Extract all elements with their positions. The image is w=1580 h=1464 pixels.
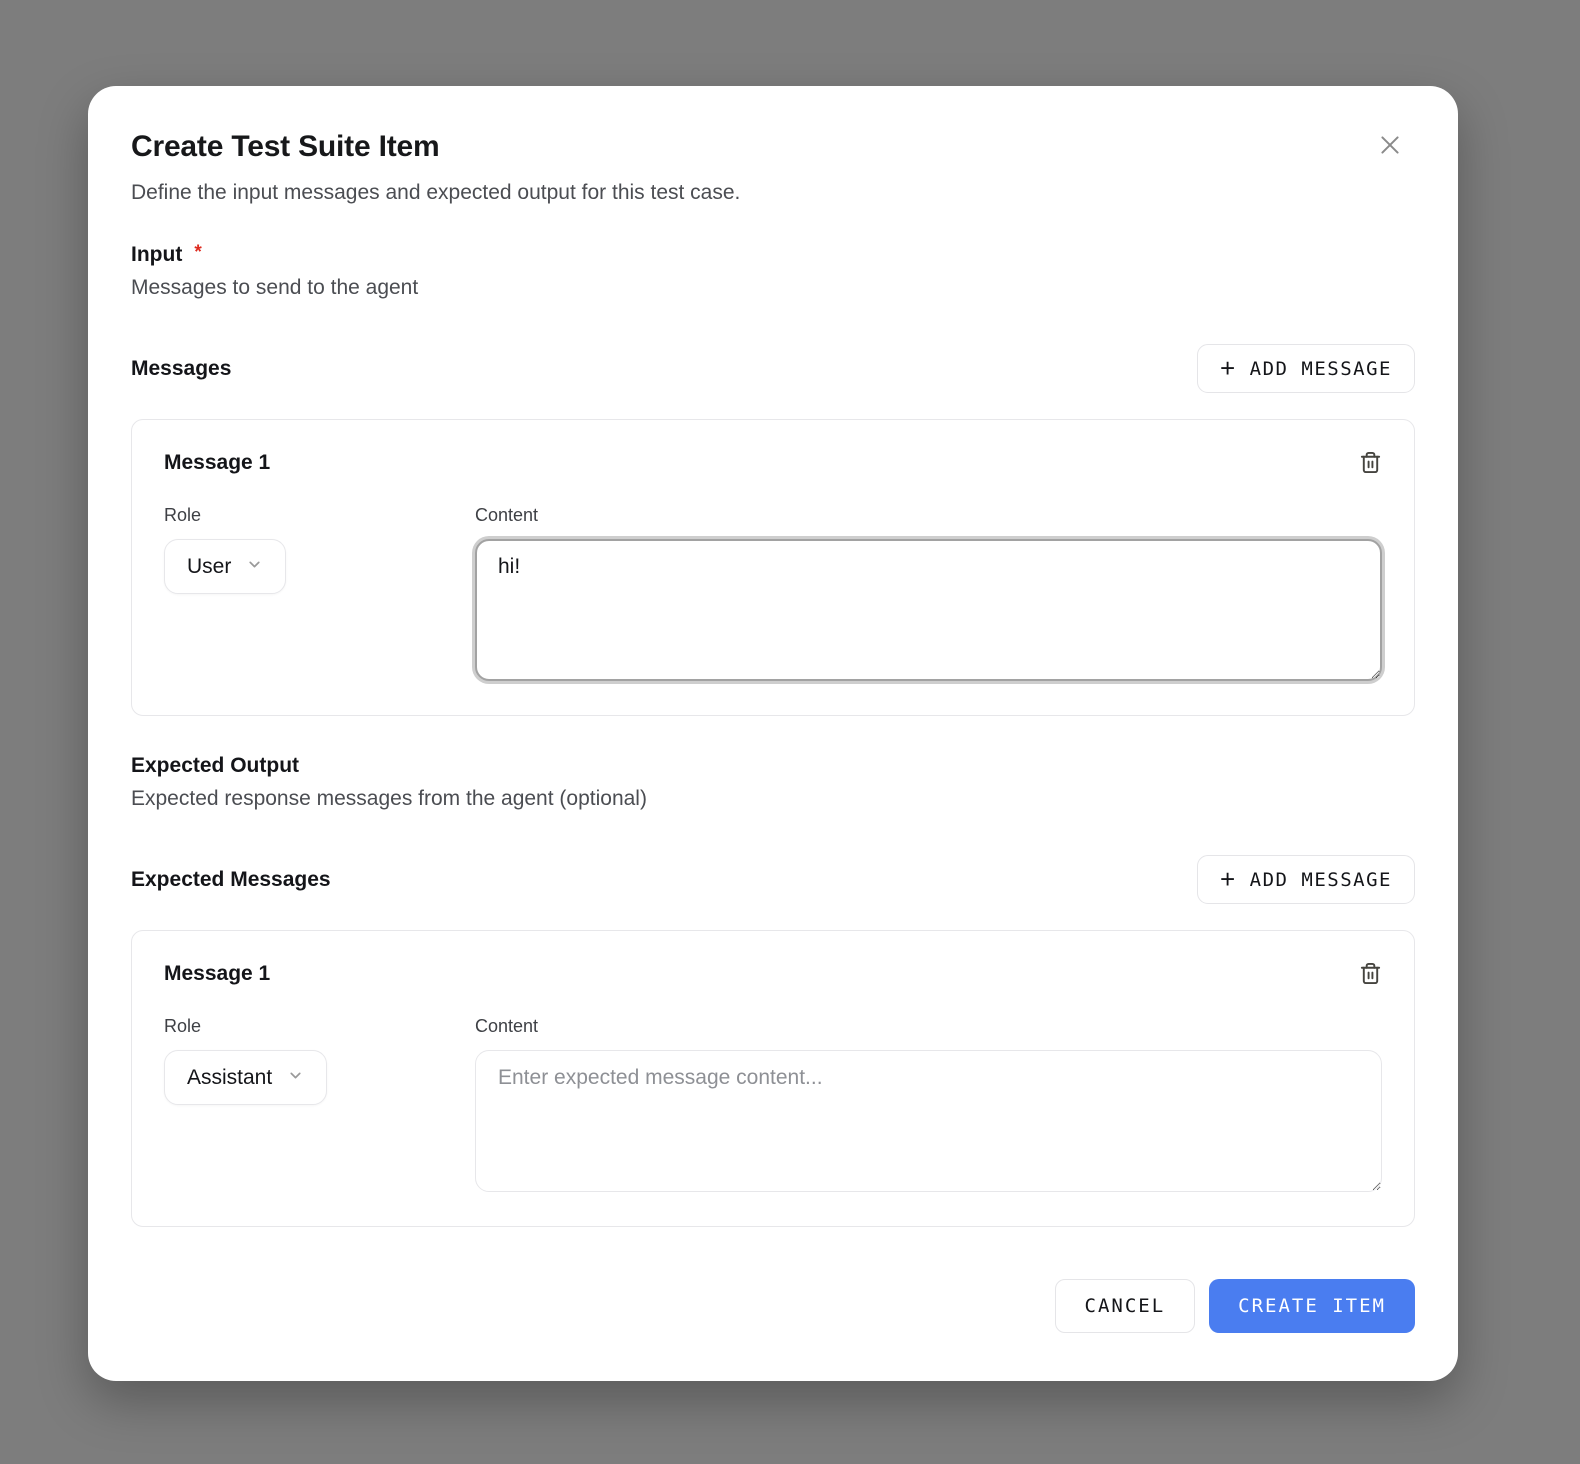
message-title: Message 1 — [164, 962, 270, 986]
expected-messages-header: Expected Messages — [131, 868, 331, 892]
role-label: Role — [164, 1016, 475, 1037]
close-icon — [1377, 146, 1403, 161]
message-title: Message 1 — [164, 451, 270, 475]
expected-message-card: Message 1 Role Assistant — [131, 930, 1415, 1227]
trash-icon — [1359, 974, 1382, 989]
create-test-suite-item-dialog: Create Test Suite Item Define the input … — [88, 86, 1458, 1381]
dialog-title: Create Test Suite Item — [131, 130, 439, 164]
role-label: Role — [164, 505, 475, 526]
expected-content-textarea[interactable] — [475, 1050, 1382, 1192]
add-message-label: ADD MESSAGE — [1250, 358, 1392, 380]
message-card-header: Message 1 — [164, 961, 1382, 986]
messages-header: Messages — [131, 357, 231, 381]
add-input-message-button[interactable]: + ADD MESSAGE — [1197, 344, 1415, 393]
expected-messages-header-row: Expected Messages + ADD MESSAGE — [131, 855, 1415, 904]
add-message-label: ADD MESSAGE — [1250, 869, 1392, 891]
dialog-subtitle: Define the input messages and expected o… — [131, 181, 1415, 205]
create-item-button[interactable]: CREATE ITEM — [1209, 1279, 1415, 1333]
dialog-header: Create Test Suite Item — [131, 130, 1415, 164]
content-field: Content — [475, 1016, 1382, 1192]
expected-output-label: Expected Output — [131, 754, 1415, 778]
messages-header-row: Messages + ADD MESSAGE — [131, 344, 1415, 393]
delete-message-button[interactable] — [1359, 450, 1382, 475]
chevron-down-icon — [246, 555, 263, 579]
message-card-header: Message 1 — [164, 450, 1382, 475]
message-fields: Role Assistant Content — [164, 1016, 1382, 1192]
close-button[interactable] — [1377, 132, 1403, 158]
content-field: Content hi! — [475, 505, 1382, 681]
role-select[interactable]: Assistant — [164, 1050, 327, 1105]
cancel-button[interactable]: CANCEL — [1055, 1279, 1196, 1333]
role-field: Role Assistant — [164, 1016, 475, 1192]
input-label: Input — [131, 243, 182, 267]
role-value: Assistant — [187, 1066, 272, 1090]
chevron-down-icon — [287, 1066, 304, 1090]
input-message-card: Message 1 Role User — [131, 419, 1415, 716]
input-section-description: Messages to send to the agent — [131, 276, 1415, 300]
dialog-footer: CANCEL CREATE ITEM — [131, 1279, 1415, 1333]
input-section-label: Input * — [131, 243, 1415, 267]
role-value: User — [187, 555, 231, 579]
content-label: Content — [475, 505, 1382, 526]
required-asterisk: * — [194, 242, 201, 264]
add-expected-message-button[interactable]: + ADD MESSAGE — [1197, 855, 1415, 904]
delete-message-button[interactable] — [1359, 961, 1382, 986]
content-textarea[interactable]: hi! — [475, 539, 1382, 681]
role-field: Role User — [164, 505, 475, 681]
content-label: Content — [475, 1016, 1382, 1037]
message-fields: Role User Content hi! — [164, 505, 1382, 681]
expected-output-description: Expected response messages from the agen… — [131, 787, 1415, 811]
role-select[interactable]: User — [164, 539, 286, 594]
trash-icon — [1359, 463, 1382, 478]
